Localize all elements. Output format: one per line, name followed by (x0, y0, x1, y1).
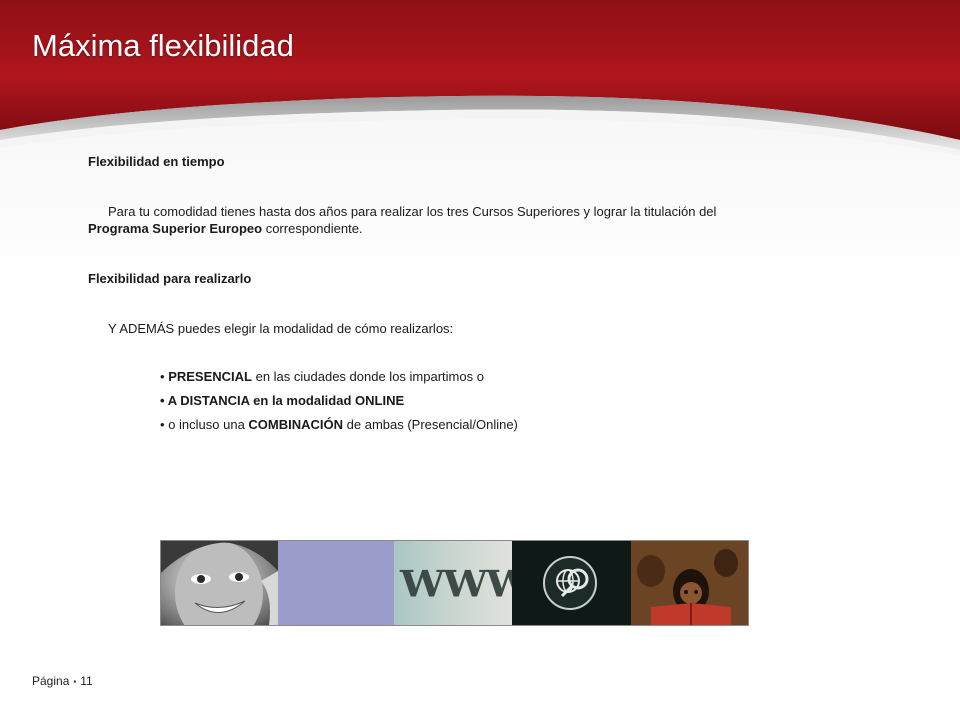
page-number: 11 (80, 674, 93, 688)
heading-flexibilidad-tiempo: Flexibilidad en tiempo (88, 154, 225, 169)
bullet-bold: COMBINACIÓN (248, 417, 344, 432)
paragraph-tiempo-end: correspondiente. (262, 221, 363, 236)
www-keyboard-image: WWW (394, 541, 512, 625)
reader-illustration (631, 541, 748, 625)
image-strip: WWW (160, 540, 749, 626)
girl-reading-image (631, 541, 748, 625)
list-item: • PRESENCIAL en las ciudades donde los i… (160, 368, 518, 392)
bullet-marker: • (160, 417, 165, 432)
slide-title: Máxima flexibilidad (32, 28, 294, 63)
bullet-text: de ambas (Presencial/Online) (343, 417, 518, 432)
bullet-marker: • (160, 393, 165, 408)
face-illustration (161, 541, 278, 625)
globe-icon (543, 556, 597, 610)
list-item: • A DISTANCIA en la modalidad ONLINE (160, 392, 518, 416)
paragraph-tiempo: Para tu comodidad tienes hasta dos años … (88, 203, 728, 237)
bullet-text: en las ciudades donde los impartimos o (251, 369, 484, 384)
page-footer: Página ▪ 11 (32, 674, 93, 688)
list-item: • o incluso una COMBINACIÓN de ambas (Pr… (160, 416, 518, 440)
footer-separator: ▪ (73, 677, 77, 687)
paragraph-tiempo-text: Para tu comodidad tienes hasta dos años … (108, 204, 717, 219)
www-text: WWW (400, 563, 512, 606)
paragraph-modalidad: Y ADEMÁS puedes elegir la modalidad de c… (108, 321, 454, 336)
heading-flexibilidad-realizarlo: Flexibilidad para realizarlo (88, 271, 252, 286)
globe-magnifier-image (512, 541, 631, 625)
bullet-bold-wrap: • A DISTANCIA en la modalidad ONLINE (160, 393, 404, 408)
bullet-bold: A DISTANCIA en la modalidad ONLINE (167, 393, 405, 408)
paragraph-tiempo-bold: Programa Superior Europeo (88, 221, 263, 236)
footer-label: Página (32, 674, 70, 688)
modalidad-list: • PRESENCIAL en las ciudades donde los i… (160, 368, 518, 440)
smiling-woman-image (161, 541, 278, 625)
bullet-bold: PRESENCIAL (168, 369, 252, 384)
slide: Máxima flexibilidad Flexibilidad en tiem… (0, 0, 960, 720)
lavender-color-tile (278, 541, 394, 625)
bullet-marker: • (160, 369, 165, 384)
bullet-text-pre: o incluso una (168, 417, 249, 432)
